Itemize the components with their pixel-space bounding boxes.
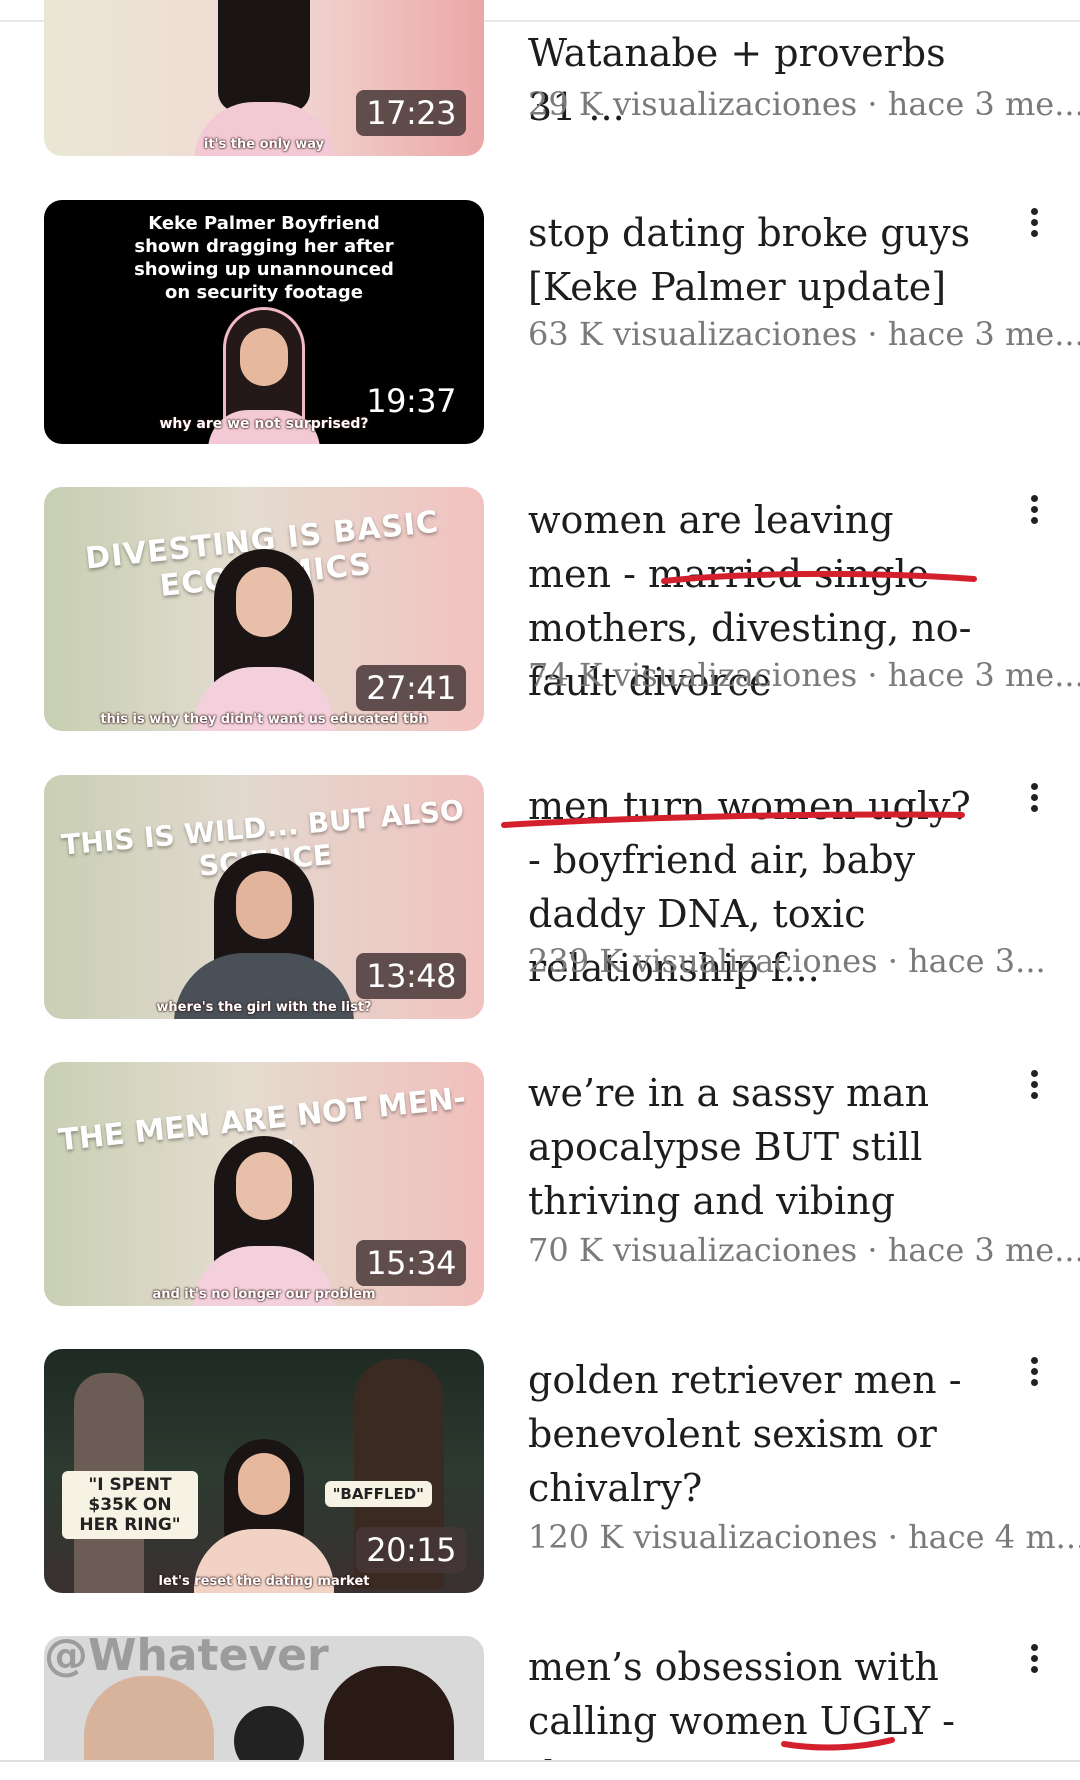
thumbnail-text: "I SPENT $35K ON HER RING"	[62, 1471, 198, 1539]
video-thumbnail[interactable]: @Whatever	[44, 1636, 484, 1760]
video-item[interactable]: "I SPENT $35K ON HER RING" "BAFFLED" let…	[0, 1349, 1080, 1599]
upload-age: hace 3 me...	[887, 85, 1080, 123]
video-thumbnail[interactable]: "I SPENT $35K ON HER RING" "BAFFLED" let…	[44, 1349, 484, 1593]
upload-age: hace 3...	[908, 942, 1046, 980]
view-count: 70 K visualizaciones	[528, 1231, 858, 1269]
upload-age: hace 4 m...	[908, 1518, 1080, 1556]
video-item[interactable]: Keke Palmer Boyfriend shown dragging her…	[0, 200, 1080, 450]
person-image	[194, 1439, 334, 1593]
duration-badge: 17:23	[356, 90, 466, 136]
video-thumbnail[interactable]: THIS IS WILD... BUT ALSO SCIENCE where's…	[44, 775, 484, 1019]
more-options-icon[interactable]	[1022, 491, 1046, 531]
more-options-icon[interactable]	[1022, 779, 1046, 819]
person-image	[194, 1136, 334, 1306]
video-meta: 239 K visualizaciones · hace 3...	[528, 942, 1046, 980]
video-item[interactable]: THE MEN ARE NOT MEN-ING and it's no long…	[0, 1062, 1080, 1312]
view-count: 74 K visualizaciones	[528, 656, 858, 694]
duration-badge: 20:15	[356, 1527, 466, 1573]
upload-age: hace 3 me...	[887, 656, 1080, 694]
thumbnail-text: Keke Palmer Boyfriend shown dragging her…	[134, 213, 394, 303]
video-meta: 70 K visualizaciones · hace 3 me...	[528, 1230, 1080, 1270]
more-options-icon[interactable]	[1022, 1640, 1046, 1680]
thumbnail-caption: where's the girl with the list?	[156, 1000, 372, 1015]
video-item[interactable]: THIS IS WILD... BUT ALSO SCIENCE where's…	[0, 775, 1080, 1025]
view-count: 63 K visualizaciones	[528, 315, 858, 353]
annotation-underline	[781, 1737, 895, 1751]
video-item[interactable]: it's the only way 17:23 Watanabe + prove…	[0, 0, 1080, 162]
more-options-icon[interactable]	[1022, 204, 1046, 244]
video-meta: 74 K visualizaciones · hace 3 me...	[528, 655, 1080, 695]
view-count: 239 K visualizaciones	[528, 942, 878, 980]
person-image	[194, 549, 334, 731]
annotation-underline	[661, 570, 977, 584]
duration-badge: 15:34	[356, 1240, 466, 1286]
upload-age: hace 3 me...	[887, 315, 1080, 353]
video-title[interactable]: men’s obsession with calling women UGLY …	[528, 1640, 988, 1760]
view-count: 120 K visualizaciones	[528, 1518, 878, 1556]
thumbnail-text: "BAFFLED"	[324, 1481, 432, 1507]
annotation-underline	[501, 811, 965, 828]
thumbnail-caption: and it's no longer our problem	[152, 1287, 376, 1302]
thumbnail-caption: this is why they didn't want us educated…	[100, 712, 428, 727]
thumbnail-caption: it's the only way	[203, 137, 325, 152]
bottom-edge	[0, 1760, 1080, 1780]
video-item[interactable]: DIVESTING IS BASIC ECONOMICS this is why…	[0, 487, 1080, 737]
duration-badge: 27:41	[356, 665, 466, 711]
duration-badge: 13:48	[356, 953, 466, 999]
video-meta: 120 K visualizaciones · hace 4 m...	[528, 1517, 1080, 1557]
video-item[interactable]: @Whatever men’s obsession with calling w…	[0, 1636, 1080, 1760]
more-options-icon[interactable]	[1022, 1353, 1046, 1393]
video-title[interactable]: golden retriever men - benevolent sexism…	[528, 1353, 988, 1515]
duration-badge: 19:37	[366, 382, 456, 420]
video-meta: 63 K visualizaciones · hace 3 me...	[528, 314, 1080, 354]
video-thumbnail[interactable]: THE MEN ARE NOT MEN-ING and it's no long…	[44, 1062, 484, 1306]
person-image	[174, 853, 354, 1019]
more-options-icon[interactable]	[1022, 1066, 1046, 1106]
upload-age: hace 3 me...	[887, 1231, 1080, 1269]
video-meta: 29 K visualizaciones · hace 3 me...	[528, 84, 1080, 124]
video-thumbnail[interactable]: it's the only way 17:23	[44, 0, 484, 156]
video-title[interactable]: we’re in a sassy man apocalypse BUT stil…	[528, 1066, 988, 1228]
video-thumbnail[interactable]: DIVESTING IS BASIC ECONOMICS this is why…	[44, 487, 484, 731]
thumbnail-caption: let's reset the dating market	[158, 1574, 370, 1589]
video-thumbnail[interactable]: Keke Palmer Boyfriend shown dragging her…	[44, 200, 484, 444]
video-title[interactable]: stop dating broke guys [Keke Palmer upda…	[528, 206, 988, 314]
view-count: 29 K visualizaciones	[528, 85, 858, 123]
person-image	[194, 0, 334, 156]
